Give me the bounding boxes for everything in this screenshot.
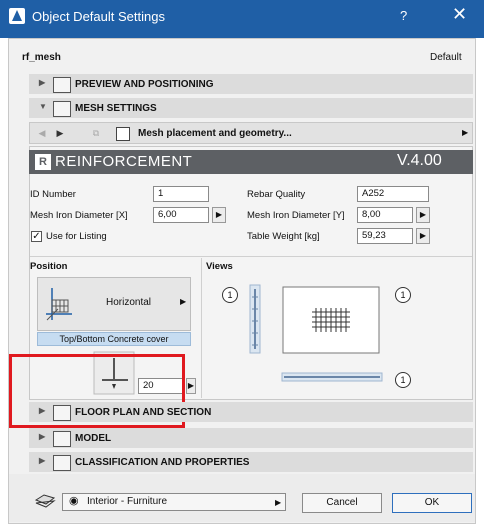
archicad-logo-icon	[9, 8, 25, 24]
table-weight-input[interactable]: 59,23	[357, 228, 413, 244]
plan-view	[282, 286, 380, 354]
orientation-dropdown-icon: ▶	[180, 297, 187, 306]
next-page-button[interactable]: ▶	[52, 125, 68, 141]
reinforcement-header: R REINFORCEMENT V.4.00	[29, 150, 473, 174]
bottom-section-view	[281, 372, 383, 382]
panel-divider	[30, 256, 472, 257]
chevron-right-icon: ▶	[39, 432, 46, 441]
layer-name: Interior - Furniture	[87, 496, 168, 507]
orientation-label: Horizontal	[106, 297, 152, 308]
section-classification[interactable]: ▶ CLASSIFICATION AND PROPERTIES	[29, 452, 473, 472]
visibility-eye-icon: ◉	[69, 495, 79, 507]
preview-icon	[53, 77, 71, 93]
id-number-input[interactable]: 1	[153, 186, 209, 202]
mesh-diameter-y-dropdown-icon[interactable]: ▶	[416, 207, 430, 223]
previous-page-button[interactable]: ◀	[34, 125, 50, 141]
table-weight-dropdown-icon[interactable]: ▶	[416, 228, 430, 244]
use-for-listing-checkbox[interactable]: ✓	[31, 231, 42, 242]
reinforcement-title: REINFORCEMENT	[55, 153, 193, 170]
close-button[interactable]: ✕	[452, 4, 467, 25]
mesh-diameter-y-label: Mesh Iron Diameter [Y]	[247, 210, 345, 221]
view-marker-left[interactable]: 1	[222, 287, 238, 303]
section-mesh-settings[interactable]: ▼ MESH SETTINGS	[29, 98, 473, 118]
cover-value-dropdown-icon[interactable]: ▶	[186, 378, 196, 394]
object-name: rf_mesh	[22, 52, 61, 63]
chevron-down-icon: ▼	[39, 102, 47, 111]
views-header: Views	[206, 261, 233, 272]
side-section-view	[249, 284, 261, 354]
mesh-diameter-x-input[interactable]: 6,00	[153, 207, 209, 223]
mesh-diameter-x-dropdown-icon[interactable]: ▶	[212, 207, 226, 223]
model-icon	[53, 431, 71, 447]
page-tree-icon[interactable]: ⧉	[88, 125, 104, 141]
section-preview-positioning[interactable]: ▶ PREVIEW AND POSITIONING	[29, 74, 473, 94]
cancel-button[interactable]: Cancel	[302, 493, 382, 513]
orientation-selector[interactable]: Horizontal ▶	[37, 277, 191, 331]
cover-setting-label[interactable]: Top/Bottom Concrete cover	[37, 332, 191, 346]
rebar-quality-input[interactable]: A252	[357, 186, 429, 202]
position-header: Position	[30, 261, 68, 272]
use-for-listing-label: Use for Listing	[46, 231, 107, 242]
mesh-diameter-x-label: Mesh Iron Diameter [X]	[30, 210, 128, 221]
rebar-quality-label: Rebar Quality	[247, 189, 306, 200]
page-icon	[116, 127, 130, 141]
mesh-settings-icon	[53, 101, 71, 117]
page-dropdown-icon[interactable]: ▶	[462, 128, 468, 137]
window-titlebar: Object Default Settings ? ✕	[0, 0, 484, 38]
current-page-label[interactable]: Mesh placement and geometry...	[138, 128, 292, 139]
chevron-right-icon: ▶	[39, 406, 46, 415]
window-title: Object Default Settings	[32, 9, 165, 24]
id-number-label: ID Number	[30, 189, 76, 200]
section-floor-plan[interactable]: ▶ FLOOR PLAN AND SECTION	[29, 402, 473, 422]
help-button[interactable]: ?	[400, 8, 407, 23]
version-label: V.4.00	[397, 152, 442, 169]
view-marker-bottom[interactable]: 1	[395, 372, 411, 388]
view-marker-right[interactable]: 1	[395, 287, 411, 303]
chevron-right-icon: ▶	[39, 456, 46, 465]
table-weight-label: Table Weight [kg]	[247, 231, 320, 242]
default-status: Default	[430, 52, 462, 63]
horizontal-mesh-icon	[46, 288, 72, 321]
ok-button[interactable]: OK	[392, 493, 472, 513]
page-navigation-bar: ◀ ▶ ⧉ Mesh placement and geometry... ▶	[29, 122, 473, 144]
chevron-right-icon: ▶	[39, 78, 46, 87]
reinforcement-logo: R	[35, 154, 51, 170]
classification-icon	[53, 455, 71, 471]
mesh-diameter-y-input[interactable]: 8,00	[357, 207, 413, 223]
views-divider	[201, 258, 202, 398]
section-model[interactable]: ▶ MODEL	[29, 428, 473, 448]
layer-dropdown-icon: ▶	[275, 498, 282, 507]
floor-plan-icon	[53, 405, 71, 421]
layer-icon	[34, 494, 56, 508]
layer-select[interactable]: ◉ Interior - Furniture ▶	[62, 493, 286, 511]
